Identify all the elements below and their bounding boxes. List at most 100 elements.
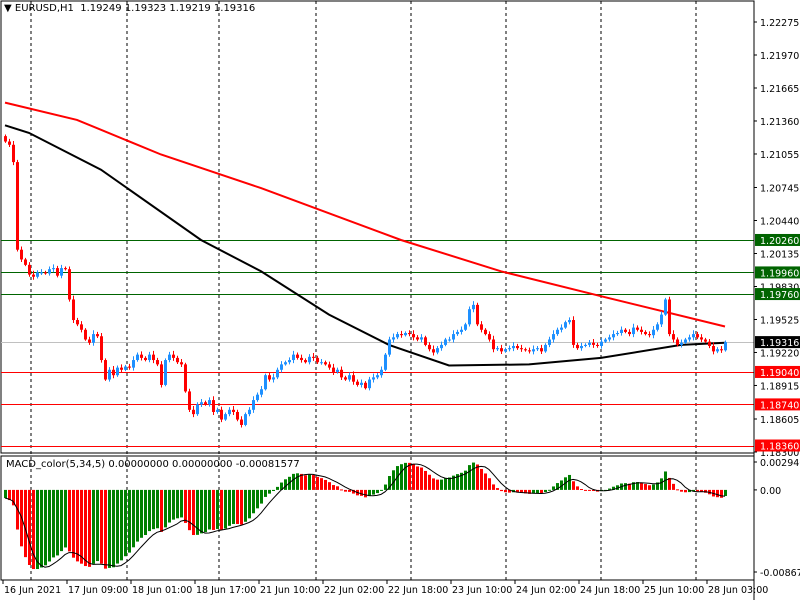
macd-histogram-bar [320,478,323,490]
macd-histogram-bar [644,484,647,490]
macd-histogram-bar [384,484,387,490]
macd-histogram-bar [96,489,99,562]
candle [492,335,495,353]
candle-body [612,334,615,338]
candle [564,320,567,329]
candle-body [380,369,383,376]
resistance-level-label: 1.19760 [760,290,799,301]
candle [388,336,391,357]
time-tick-label: 28 Jun 03:00 [708,585,768,596]
candle [540,344,543,354]
candle [252,396,255,413]
main-panel-frame [0,0,755,454]
candle [132,356,135,371]
candle [648,331,651,338]
macd-histogram-bar [324,479,327,490]
candle [144,356,147,362]
candle-body [480,324,483,330]
candle-body [708,341,711,346]
candle [280,361,283,373]
candle-body [684,339,687,343]
candle-body [520,348,523,350]
macd-histogram-bar [348,489,351,492]
macd-histogram-bar [276,486,279,490]
price-tick-label: 1.20745 [760,184,799,195]
candle-body [692,334,695,338]
candle-body [252,400,255,410]
candle [472,301,475,313]
macd-histogram-bar [244,489,247,522]
macd-histogram-bar [248,489,251,519]
candle-body [460,329,463,332]
candle-body [592,342,595,345]
price-tick-label: 1.18605 [760,415,799,426]
candle-body [660,314,663,325]
slow-moving-average-line [4,101,726,328]
candle-body [412,334,415,338]
candle-body [492,339,495,350]
candle-body [368,379,371,389]
candle-body [184,364,187,392]
candle-body [180,362,183,365]
candle [60,264,63,279]
macd-histogram-bar [36,489,39,570]
macd-histogram-bar [100,489,103,564]
macd-histogram-bar [224,489,227,529]
macd-histogram-bar [400,464,403,490]
candle-body [60,268,63,276]
candle [96,331,99,338]
candle [184,362,187,393]
candle [588,340,591,348]
macd-histogram-bar [420,467,423,490]
candle-body [92,334,95,343]
candle-body [116,367,119,376]
candle [148,351,151,363]
candle-body [168,354,171,361]
macd-histogram-bar [204,489,207,533]
candle [20,246,23,263]
macd-histogram-bar [168,489,171,523]
macd-histogram-bar [436,479,439,490]
time-tick-label: 17 Jun 09:00 [68,585,128,596]
candle-body [128,366,131,368]
time-tick-label: 18 Jun 17:00 [196,585,256,596]
candle-body [208,400,211,405]
candle [216,407,219,414]
price-chart[interactable]: 1.22275 1.21970 1.21665 1.21360 1.21055 1.207… [0,0,800,600]
candle-body [648,334,651,336]
macd-histogram-bar [180,489,183,518]
support-level-label: 1.19040 [760,368,799,379]
candle-body [664,299,667,315]
candle-body [120,367,123,370]
candle-body [40,272,43,274]
macd-histogram-bar [504,489,507,493]
candle [568,317,571,325]
candle [724,340,727,352]
candle [140,351,143,361]
candle [100,333,103,363]
candle [624,328,627,334]
support-level-label: 1.18360 [760,442,799,453]
candle-body [160,364,163,385]
candle-body [16,162,19,250]
macd-histogram-bar [192,489,195,536]
macd-histogram-bar [380,489,383,491]
macd-histogram-bar [552,486,555,490]
candle [512,342,515,352]
candle-body [276,369,279,378]
candle-body [256,394,259,401]
candle-body [84,329,87,340]
candle-body [472,304,475,310]
candle [600,338,603,349]
candle [304,358,307,364]
candle-body [720,349,723,351]
macd-histogram-bar [140,489,143,538]
macd-histogram-bar [684,489,687,493]
candle [556,327,559,336]
candle-body [100,336,103,361]
macd-histogram-bar [364,489,367,498]
candle [576,342,579,350]
candle [424,335,427,347]
candle [620,326,623,336]
candle-body [356,381,359,385]
